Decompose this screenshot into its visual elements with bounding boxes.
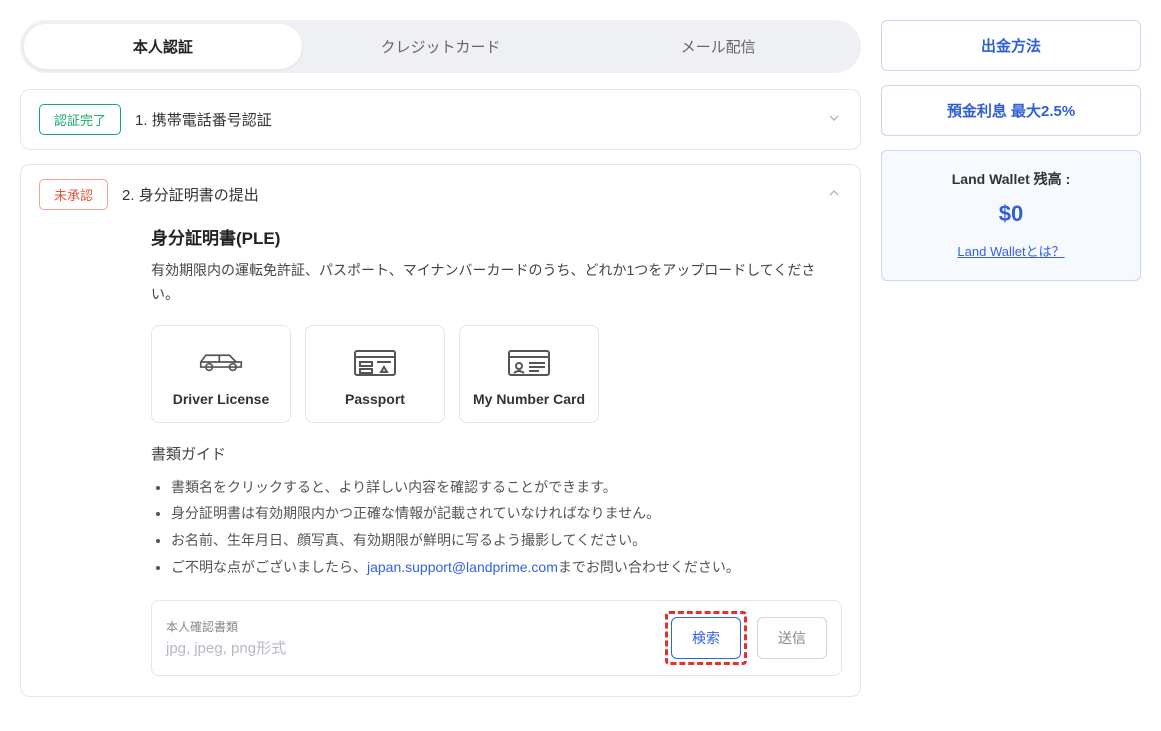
id-section-title: 身分証明書(PLE): [151, 224, 842, 249]
browse-highlight: 検索: [665, 611, 747, 665]
tab-credit-card[interactable]: クレジットカード: [302, 24, 580, 69]
list-item: ご不明な点がございましたら、japan.support@landprime.co…: [171, 554, 842, 581]
document-options: Driver License Passport: [151, 325, 842, 423]
support-email-link[interactable]: japan.support@landprime.com: [367, 559, 558, 575]
list-item: 身分証明書は有効期限内かつ正確な情報が記載されていなければなりません。: [171, 500, 842, 527]
submit-button[interactable]: 送信: [757, 617, 827, 659]
upload-field[interactable]: 本人確認書類 jpg, jpeg, png形式: [166, 618, 655, 658]
doc-label: Passport: [316, 390, 434, 408]
status-badge-complete: 認証完了: [39, 104, 121, 135]
chevron-down-icon: [826, 110, 842, 129]
chevron-up-icon: [826, 185, 842, 204]
tab-identity-verification[interactable]: 本人認証: [24, 24, 302, 69]
step1-header[interactable]: 認証完了 1. 携帯電話番号認証: [21, 90, 860, 149]
list-item: 書類名をクリックすると、より詳しい内容を確認することができます。: [171, 474, 842, 501]
browse-button[interactable]: 検索: [671, 617, 741, 659]
car-icon: [162, 344, 280, 380]
doc-option-driver-license[interactable]: Driver License: [151, 325, 291, 423]
step2-body: 身分証明書(PLE) 有効期限内の運転免許証、パスポート、マイナンバーカードのう…: [21, 224, 860, 696]
doc-label: My Number Card: [470, 390, 588, 408]
tab-mail-delivery[interactable]: メール配信: [579, 24, 857, 69]
idcard-icon: [470, 344, 588, 380]
doc-label: Driver License: [162, 390, 280, 408]
passport-icon: [316, 344, 434, 380]
upload-label: 本人確認書類: [166, 618, 655, 635]
wallet-balance-label: Land Wallet 残高 :: [896, 169, 1126, 189]
guide-list: 書類名をクリックすると、より詳しい内容を確認することができます。 身分証明書は有…: [151, 474, 842, 580]
step2-header[interactable]: 未承認 2. 身分証明書の提出: [21, 165, 860, 224]
wallet-balance-value: $0: [896, 201, 1126, 227]
step-phone-verification: 認証完了 1. 携帯電話番号認証: [20, 89, 861, 150]
guide-title: 書類ガイド: [151, 443, 842, 464]
upload-format-placeholder: jpg, jpeg, png形式: [166, 637, 655, 658]
deposit-interest-button[interactable]: 預金利息 最大2.5%: [881, 85, 1141, 136]
list-item: お名前、生年月日、顔写真、有効期限が鮮明に写るよう撮影してください。: [171, 527, 842, 554]
step-id-submission: 未承認 2. 身分証明書の提出 身分証明書(PLE) 有効期限内の運転免許証、パ…: [20, 164, 861, 697]
doc-option-passport[interactable]: Passport: [305, 325, 445, 423]
status-badge-pending: 未承認: [39, 179, 108, 210]
wallet-info-link[interactable]: Land Walletとは？: [957, 244, 1064, 259]
step2-title: 2. 身分証明書の提出: [122, 184, 812, 205]
doc-option-mynumber[interactable]: My Number Card: [459, 325, 599, 423]
id-section-desc: 有効期限内の運転免許証、パスポート、マイナンバーカードのうち、どれか1つをアップ…: [151, 259, 842, 307]
withdrawal-method-button[interactable]: 出金方法: [881, 20, 1141, 71]
wallet-card: Land Wallet 残高 : $0 Land Walletとは？: [881, 150, 1141, 281]
upload-box: 本人確認書類 jpg, jpeg, png形式 検索 送信: [151, 600, 842, 676]
step1-title: 1. 携帯電話番号認証: [135, 109, 812, 130]
settings-tabs: 本人認証 クレジットカード メール配信: [20, 20, 861, 73]
